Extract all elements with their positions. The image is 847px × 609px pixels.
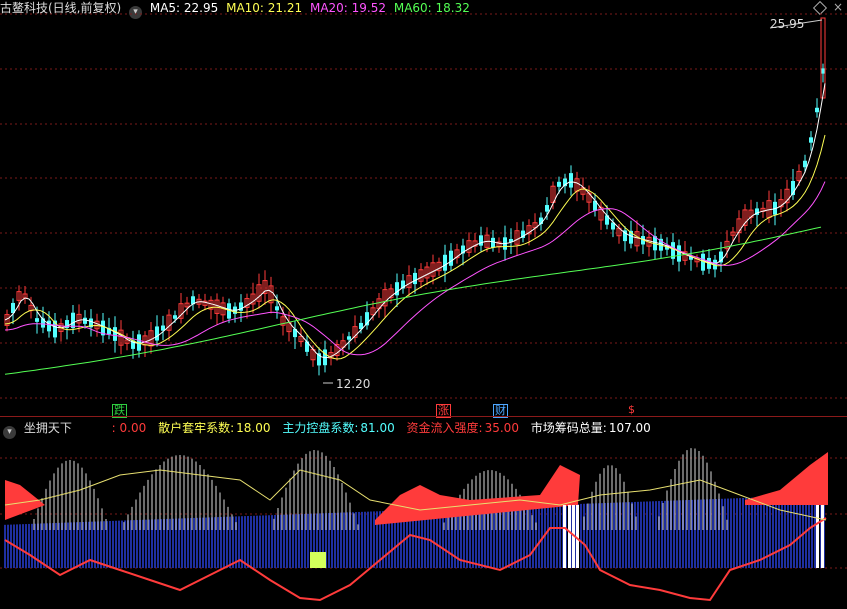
inflow-area [745, 452, 828, 505]
high-price-label: 25.95 [770, 17, 805, 31]
main-label: 主力控盘系数: [282, 421, 359, 435]
candle-body [479, 235, 483, 246]
candle-body [275, 306, 279, 311]
chevron-down-icon[interactable]: ▾ [3, 426, 16, 439]
indicator-name: 坐拥天下 [23, 421, 72, 435]
accent-block [310, 552, 326, 568]
candle-body [155, 326, 159, 341]
candle-body [347, 336, 351, 340]
candle-body [173, 315, 177, 319]
ma10-line [4, 134, 826, 360]
candle-body [83, 317, 87, 324]
inflow-label: 资金流入强度: [406, 421, 483, 435]
chart-canvas[interactable] [0, 0, 847, 609]
accent-bar [821, 505, 824, 568]
indicator-val0: : 0.00 [111, 421, 147, 435]
candle-body [545, 205, 549, 212]
low-price-label: 12.20 [336, 377, 371, 391]
candle-body [443, 254, 447, 271]
total-value: 107.00 [608, 421, 651, 435]
signal-money: $ [628, 403, 635, 416]
candle-body [557, 181, 561, 187]
candle-body [677, 245, 681, 262]
candle-body [809, 137, 813, 143]
accent-bar [563, 505, 566, 568]
candle-body [35, 318, 39, 322]
inflow-area [375, 465, 580, 525]
candle-body [803, 160, 807, 168]
candle-body [815, 107, 819, 113]
candle-body [449, 250, 453, 266]
inflow-value: 35.00 [484, 421, 519, 435]
retail-label: 散户套牢系数: [158, 421, 235, 435]
accent-bar [816, 505, 819, 568]
candle-body [821, 68, 825, 74]
total-label: 市场筹码总量: [530, 421, 607, 435]
accent-bar [568, 505, 571, 568]
ma60-line [4, 226, 822, 375]
panel-divider[interactable] [0, 416, 847, 417]
candle-body [413, 272, 417, 285]
candle-body [47, 320, 51, 332]
main-value: 81.00 [360, 421, 395, 435]
candle-body [491, 237, 495, 248]
candle-body [113, 327, 117, 341]
candle-body [569, 173, 573, 188]
retail-value: 18.00 [236, 421, 271, 435]
indicator-header: ▾ 坐拥天下 : 0.00 散户套牢系数: 18.00 主力控盘系数: 81.00 … [0, 420, 655, 439]
